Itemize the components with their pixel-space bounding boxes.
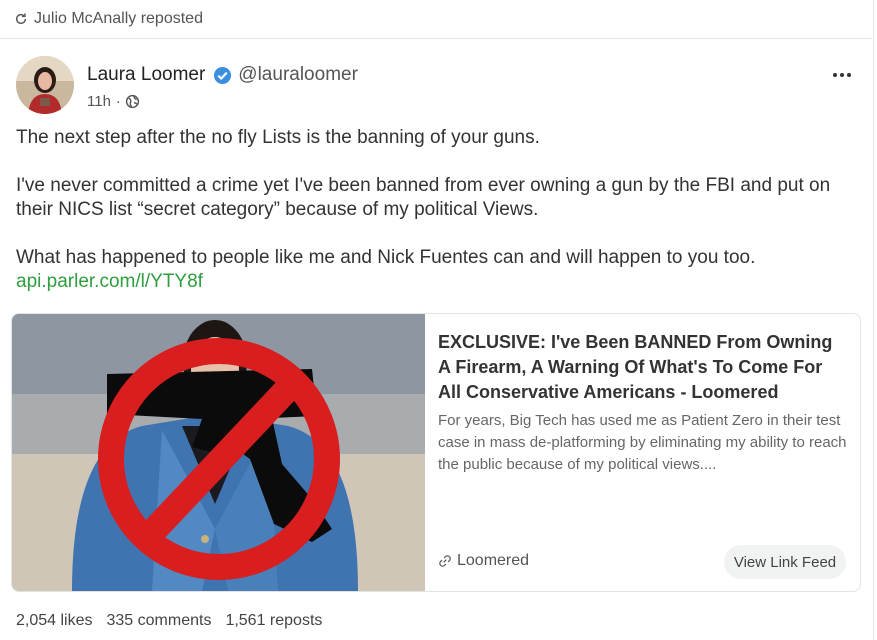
post-meta: 11h · xyxy=(87,93,140,110)
avatar[interactable] xyxy=(16,56,74,114)
post-paragraph-2: I've never committed a crime yet I've be… xyxy=(16,175,831,220)
link-card-source: Loomered xyxy=(438,552,529,570)
link-source-name: Loomered xyxy=(457,552,530,569)
repost-icon xyxy=(15,13,27,25)
card-border xyxy=(873,0,874,640)
link-card-title[interactable]: EXCLUSIVE: I've Been BANNED From Owning … xyxy=(438,330,848,405)
post-link[interactable]: api.parler.com/l/YTY8f xyxy=(16,271,203,292)
author-handle[interactable]: @lauraloomer xyxy=(238,64,358,86)
post-body: The next step after the no fly Lists is … xyxy=(16,126,856,294)
link-card-description: For years, Big Tech has used me as Patie… xyxy=(438,412,847,473)
link-preview-image[interactable] xyxy=(12,314,425,591)
reposts-count[interactable]: 1,561 reposts xyxy=(225,612,322,630)
repost-header: Julio McAnally reposted xyxy=(0,0,872,39)
author-row: Laura Loomer @lauraloomer xyxy=(87,64,358,86)
likes-count[interactable]: 2,054 likes xyxy=(16,612,93,630)
verified-badge-icon xyxy=(214,66,232,84)
meta-separator: · xyxy=(115,93,121,110)
post-time[interactable]: 11h xyxy=(87,93,111,110)
post-paragraph-3: What has happened to people like me and … xyxy=(16,247,756,268)
more-options-icon[interactable] xyxy=(828,65,856,85)
repost-label: Julio McAnally reposted xyxy=(34,10,203,27)
globe-icon xyxy=(125,94,140,109)
author-name[interactable]: Laura Loomer xyxy=(87,64,205,86)
view-link-feed-button[interactable]: View Link Feed xyxy=(724,545,846,579)
link-preview-card[interactable]: EXCLUSIVE: I've Been BANNED From Owning … xyxy=(11,313,861,592)
post-stats: 2,054 likes 335 comments 1,561 reposts xyxy=(16,612,336,630)
post-paragraph-1: The next step after the no fly Lists is … xyxy=(16,127,540,148)
link-icon xyxy=(439,555,451,567)
comments-count[interactable]: 335 comments xyxy=(107,612,212,630)
